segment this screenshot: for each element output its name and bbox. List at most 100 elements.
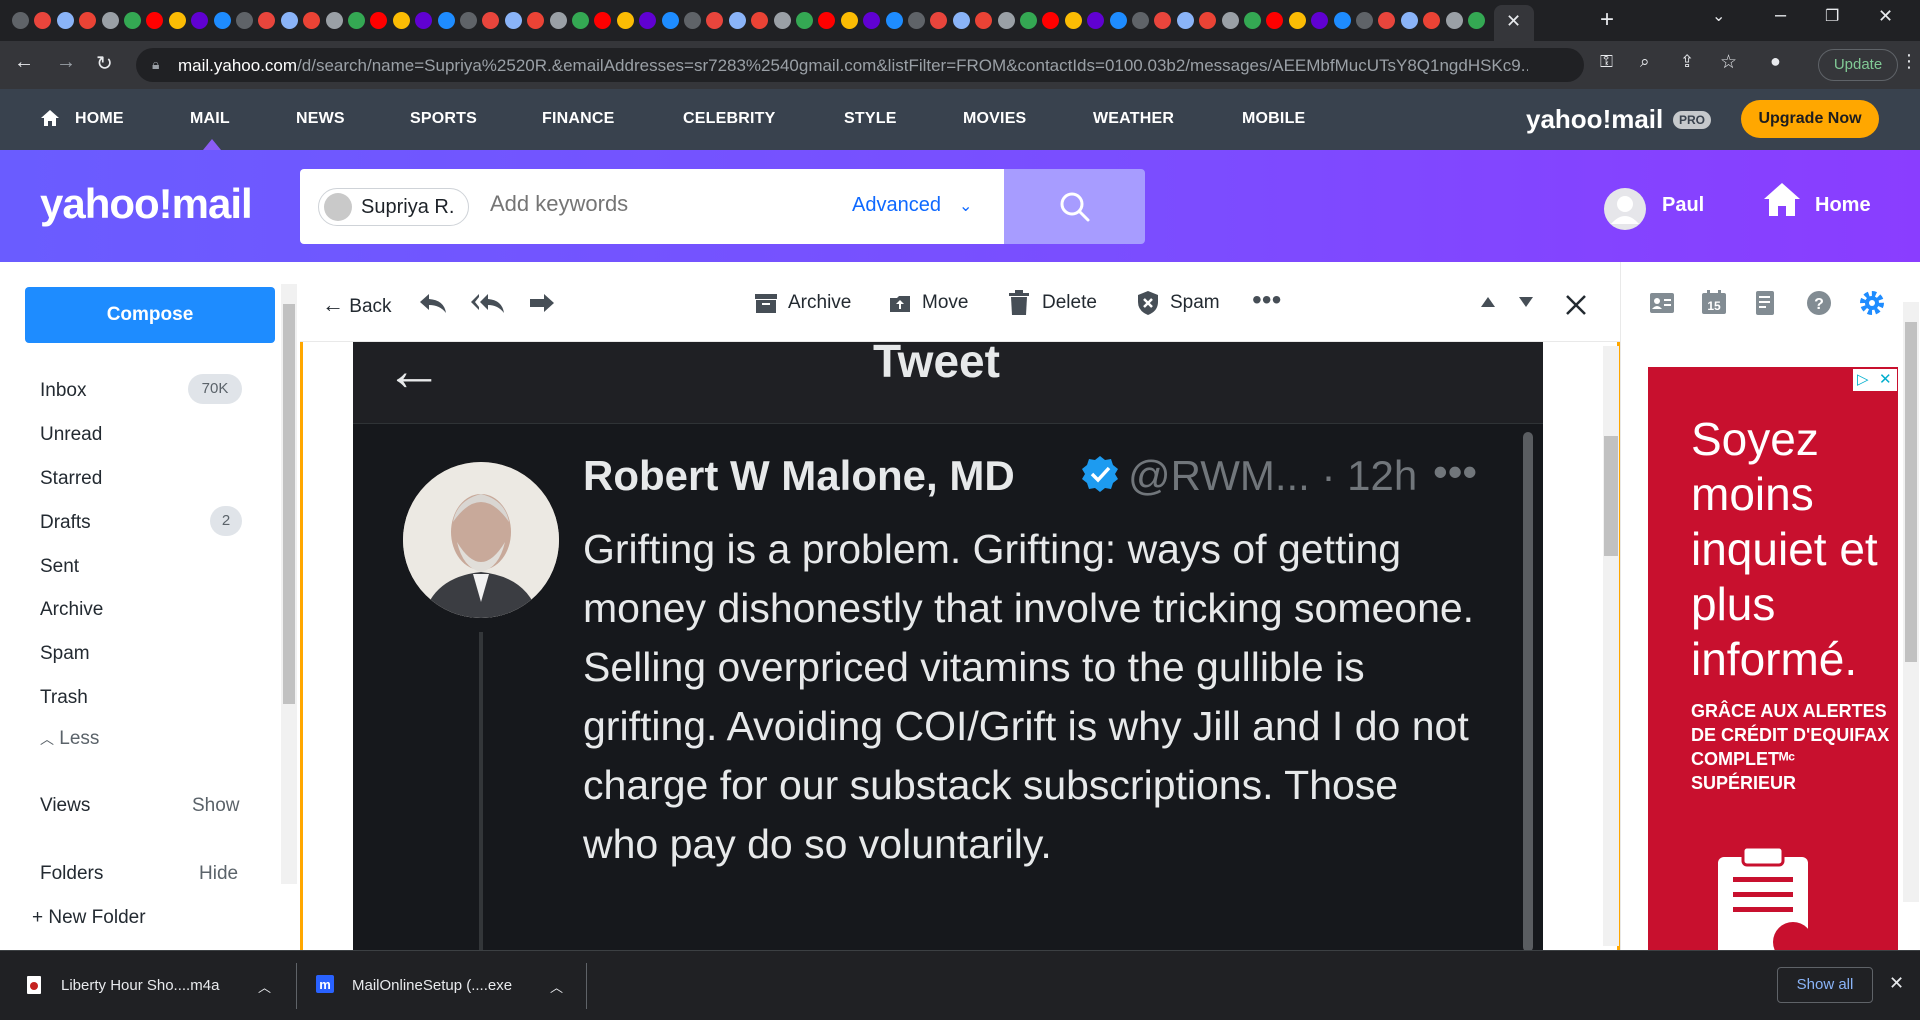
nav-mail[interactable]: MAIL — [190, 110, 230, 128]
lock-icon[interactable]: 🔒︎ — [152, 56, 159, 73]
compose-button[interactable]: Compose — [25, 287, 275, 343]
close-tab-icon[interactable]: ✕ — [1506, 11, 1521, 32]
reply-icon[interactable] — [418, 292, 448, 314]
tab-favicon-icon[interactable] — [952, 12, 970, 29]
help-icon[interactable]: ? — [1806, 290, 1832, 316]
tab-favicon-icon[interactable] — [840, 12, 858, 29]
tab-favicon-icon[interactable] — [34, 12, 52, 29]
url-field[interactable]: 🔒︎ mail.yahoo.com/d/search/name=Supriya%… — [136, 48, 1584, 82]
avatar[interactable] — [1604, 188, 1646, 230]
tab-favicon-icon[interactable] — [594, 12, 612, 29]
nav-weather[interactable]: WEATHER — [1093, 110, 1174, 128]
tab-favicon-icon[interactable] — [684, 12, 701, 29]
active-tab[interactable]: ✕ — [1494, 5, 1534, 41]
tab-favicon-icon[interactable] — [56, 12, 74, 29]
close-download-bar-icon[interactable]: ✕ — [1889, 973, 1904, 994]
ad-choices-icon[interactable]: ▷ ✕ — [1853, 369, 1897, 391]
tab-favicon-icon[interactable] — [1333, 12, 1351, 29]
tab-favicon-icon[interactable] — [1199, 12, 1217, 29]
tab-favicon-icon[interactable] — [706, 12, 724, 29]
tab-favicon-icon[interactable] — [818, 12, 836, 29]
download-2-chevron-up-icon[interactable]: ︿ — [550, 977, 563, 996]
tab-favicon-icon[interactable] — [101, 12, 119, 29]
tab-favicon-icon[interactable] — [12, 12, 29, 29]
folder-trash[interactable]: Trash — [40, 687, 88, 709]
tab-favicon-icon[interactable] — [258, 12, 276, 29]
tab-favicon-icon[interactable] — [213, 12, 231, 29]
sidebar-scrollbar[interactable] — [281, 284, 297, 884]
tab-favicon-icon[interactable] — [1423, 12, 1441, 29]
tab-favicon-icon[interactable] — [1020, 12, 1037, 29]
tab-search-icon[interactable]: ⌄ — [1712, 6, 1725, 26]
notepad-icon[interactable] — [1755, 290, 1777, 316]
tab-favicon-icon[interactable] — [639, 12, 657, 29]
tab-favicon-icon[interactable] — [773, 12, 791, 29]
tab-favicon-icon[interactable] — [549, 12, 567, 29]
tab-favicon-icon[interactable] — [303, 12, 321, 29]
zoom-icon[interactable]: ⌕ — [1640, 52, 1650, 72]
search-contact-chip[interactable]: Supriya R. — [318, 188, 470, 226]
tab-favicon-icon[interactable] — [1064, 12, 1082, 29]
nav-mobile[interactable]: MOBILE — [1242, 110, 1305, 128]
tab-favicon-icon[interactable] — [482, 12, 500, 29]
menu-kebab-icon[interactable]: ⋮ — [1900, 51, 1918, 72]
tab-favicon-icon[interactable] — [1042, 12, 1060, 29]
spam-button[interactable]: Spam — [1170, 292, 1220, 314]
download-item-2[interactable]: MailOnlineSetup (....exe — [352, 977, 512, 994]
folder-spam[interactable]: Spam — [40, 643, 90, 665]
bookmark-star-icon[interactable]: ☆ — [1720, 51, 1737, 74]
rail-scrollbar[interactable] — [1903, 302, 1919, 902]
advanced-search-link[interactable]: Advanced ⌄ — [852, 194, 972, 217]
tab-favicon-icon[interactable] — [1109, 12, 1127, 29]
less-toggle[interactable]: ︿ Less — [40, 728, 99, 750]
tab-favicon-icon[interactable] — [1356, 12, 1373, 29]
minimize-icon[interactable]: – — [1775, 4, 1786, 27]
maximize-icon[interactable]: ❐ — [1825, 6, 1839, 26]
rail-scroll-thumb[interactable] — [1905, 322, 1917, 662]
folder-sent[interactable]: Sent — [40, 556, 79, 578]
move-button[interactable]: Move — [922, 292, 968, 314]
tab-favicon-icon[interactable] — [751, 12, 769, 29]
archive-button[interactable]: Archive — [788, 292, 851, 314]
nav-sports[interactable]: SPORTS — [410, 110, 477, 128]
nav-movies[interactable]: MOVIES — [963, 110, 1026, 128]
tab-favicon-icon[interactable] — [1176, 12, 1194, 29]
nav-style[interactable]: STYLE — [844, 110, 897, 128]
show-all-downloads-button[interactable]: Show all — [1777, 967, 1873, 1003]
profile-icon[interactable]: ● — [1770, 51, 1781, 72]
tab-favicon-icon[interactable] — [975, 12, 993, 29]
tab-favicon-icon[interactable] — [728, 12, 746, 29]
views-show-link[interactable]: Show — [192, 795, 240, 817]
tab-favicon-icon[interactable] — [1311, 12, 1329, 29]
update-button[interactable]: Update — [1818, 49, 1898, 81]
tab-favicon-icon[interactable] — [236, 12, 253, 29]
tab-favicon-icon[interactable] — [437, 12, 455, 29]
tab-favicon-icon[interactable] — [863, 12, 881, 29]
tab-favicon-icon[interactable] — [370, 12, 388, 29]
download-1-chevron-up-icon[interactable]: ︿ — [258, 977, 271, 996]
pane-scroll-thumb[interactable] — [1604, 436, 1618, 556]
advertisement[interactable]: ▷ ✕ Soyez moins inquiet et plus informé.… — [1648, 367, 1898, 950]
tab-favicon-icon[interactable] — [1378, 12, 1396, 29]
tab-favicon-icon[interactable] — [1154, 12, 1172, 29]
more-options-icon[interactable]: ••• — [1252, 284, 1281, 316]
settings-gear-icon[interactable] — [1858, 289, 1886, 317]
home-link[interactable]: Home — [1815, 194, 1871, 217]
tab-favicon-icon[interactable] — [1400, 12, 1418, 29]
tab-favicon-icon[interactable] — [124, 12, 141, 29]
ad-info-icon[interactable]: ▷ — [1857, 370, 1869, 388]
previous-message-icon[interactable] — [1480, 296, 1496, 308]
tab-favicon-icon[interactable] — [168, 12, 186, 29]
tab-favicon-icon[interactable] — [325, 12, 343, 29]
tab-favicon-icon[interactable] — [1288, 12, 1306, 29]
tab-favicon-icon[interactable] — [1132, 12, 1149, 29]
nav-finance[interactable]: FINANCE — [542, 110, 615, 128]
folder-starred[interactable]: Starred — [40, 468, 102, 490]
key-icon[interactable]: ⚿ — [1600, 52, 1613, 72]
forward-icon[interactable] — [528, 292, 556, 314]
tab-favicon-icon[interactable] — [1221, 12, 1239, 29]
tab-favicon-icon[interactable] — [1266, 12, 1284, 29]
tab-favicon-icon[interactable] — [392, 12, 410, 29]
close-message-icon[interactable] — [1565, 294, 1587, 316]
upgrade-now-button[interactable]: Upgrade Now — [1741, 100, 1879, 138]
